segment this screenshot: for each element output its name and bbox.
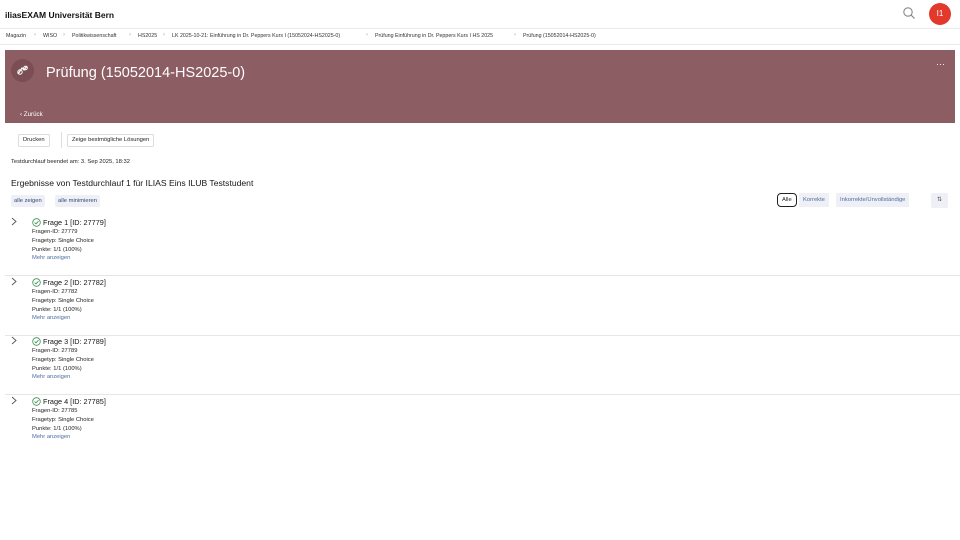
finished-timestamp: Testdurchlauf beendet am: 3. Sep 2025, 1… <box>11 159 130 165</box>
breadcrumb-separator-icon: › <box>34 32 36 38</box>
breadcrumb-separator-icon: › <box>514 32 516 38</box>
app-title[interactable]: iliasEXAM Universität Bern <box>5 10 114 20</box>
breadcrumb-separator-icon: › <box>63 32 65 38</box>
breadcrumb-separator-icon: › <box>163 32 165 38</box>
chevron-right-icon[interactable] <box>10 336 18 345</box>
row-divider <box>5 275 960 276</box>
question-item: Frage 2 [ID: 27782] Fragen-ID: 27782 Fra… <box>5 277 960 336</box>
question-item: Frage 1 [ID: 27779] Fragen-ID: 27779 Fra… <box>5 217 960 276</box>
breadcrumb-separator-icon: › <box>366 32 368 38</box>
filter-correct-button[interactable]: Korrekte <box>799 193 829 207</box>
question-type: Fragetyp: Single Choice <box>32 357 94 363</box>
back-link-label: Zurück <box>23 111 43 118</box>
filter-all-button[interactable]: Alle <box>777 193 797 207</box>
breadcrumb-item-wiso[interactable]: WISO <box>43 33 57 39</box>
user-avatar[interactable]: I1 <box>929 3 951 25</box>
show-more-link[interactable]: Mehr anzeigen <box>32 315 70 321</box>
sort-button[interactable]: ⇅ <box>931 193 948 208</box>
question-title[interactable]: Frage 1 [ID: 27779] <box>43 218 106 227</box>
sort-icon: ⇅ <box>936 197 943 203</box>
question-title[interactable]: Frage 4 [ID: 27785] <box>43 397 106 406</box>
question-id: Fragen-ID: 27789 <box>32 348 78 354</box>
show-all-button[interactable]: alle zeigen <box>11 195 45 207</box>
breadcrumb-item-course[interactable]: LK 2025-10-21: Einführung in Dr. Peppers… <box>172 33 340 39</box>
show-best-solutions-button[interactable]: Zeige bestmögliche Lösungen <box>67 134 155 147</box>
filter-incorrect-button[interactable]: Inkorrekte/Unvollständige <box>836 193 910 207</box>
chevron-right-icon[interactable] <box>10 277 18 286</box>
breadcrumb-separator-icon: › <box>129 32 131 38</box>
top-bar: iliasEXAM Universität Bern I1 <box>0 0 960 28</box>
question-title[interactable]: Frage 3 [ID: 27789] <box>43 337 106 346</box>
question-type: Fragetyp: Single Choice <box>32 417 94 423</box>
show-more-link[interactable]: Mehr anzeigen <box>32 434 70 440</box>
breadcrumb-item-exam-group[interactable]: Prüfung Einführung in Dr. Peppers Kurs I… <box>375 33 493 39</box>
question-type: Fragetyp: Single Choice <box>32 298 94 304</box>
question-title[interactable]: Frage 2 [ID: 27782] <box>43 278 106 287</box>
breadcrumb: Magazin › WISO › Politikwissenschaft › H… <box>0 28 960 45</box>
show-more-link[interactable]: Mehr anzeigen <box>32 374 70 380</box>
show-more-link[interactable]: Mehr anzeigen <box>32 255 70 261</box>
search-icon[interactable] <box>902 6 916 20</box>
minimize-all-button[interactable]: alle minimieren <box>55 195 100 207</box>
page-title: Prüfung (15052014-HS2025-0) <box>46 65 246 81</box>
back-link[interactable]: ‹ Zurück <box>20 111 43 118</box>
chevron-left-icon: ‹ <box>20 111 23 118</box>
test-object-icon <box>11 59 34 82</box>
toolbar-divider <box>61 132 62 148</box>
row-divider <box>5 394 960 395</box>
question-id: Fragen-ID: 27779 <box>32 229 78 235</box>
breadcrumb-item-magazin[interactable]: Magazin <box>6 33 26 39</box>
question-points: Punkte: 1/1 (100%) <box>32 307 82 313</box>
chevron-right-icon[interactable] <box>10 217 18 226</box>
results-title: Ergebnisse von Testdurchlauf 1 für ILIAS… <box>11 178 254 188</box>
check-circle-icon <box>32 278 41 287</box>
breadcrumb-item-politikwissenschaft[interactable]: Politikwissenschaft <box>72 33 116 39</box>
more-actions-button[interactable]: ··· <box>936 59 945 69</box>
question-item: Frage 3 [ID: 27789] Fragen-ID: 27789 Fra… <box>5 336 960 395</box>
breadcrumb-item-hs2025[interactable]: HS2025 <box>138 33 157 39</box>
print-button[interactable]: Drucken <box>18 134 50 147</box>
question-points: Punkte: 1/1 (100%) <box>32 426 82 432</box>
question-item: Frage 4 [ID: 27785] Fragen-ID: 27785 Fra… <box>5 396 960 446</box>
page-header: Prüfung (15052014-HS2025-0) ··· ‹ Zurück <box>5 50 955 123</box>
question-points: Punkte: 1/1 (100%) <box>32 366 82 372</box>
question-points: Punkte: 1/1 (100%) <box>32 247 82 253</box>
check-circle-icon <box>32 337 41 346</box>
check-circle-icon <box>32 218 41 227</box>
check-circle-icon <box>32 397 41 406</box>
chevron-right-icon[interactable] <box>10 396 18 405</box>
question-type: Fragetyp: Single Choice <box>32 238 94 244</box>
question-id: Fragen-ID: 27785 <box>32 408 78 414</box>
question-id: Fragen-ID: 27782 <box>32 289 78 295</box>
breadcrumb-item-exam[interactable]: Prüfung (15052014-HS2025-0) <box>523 33 596 39</box>
